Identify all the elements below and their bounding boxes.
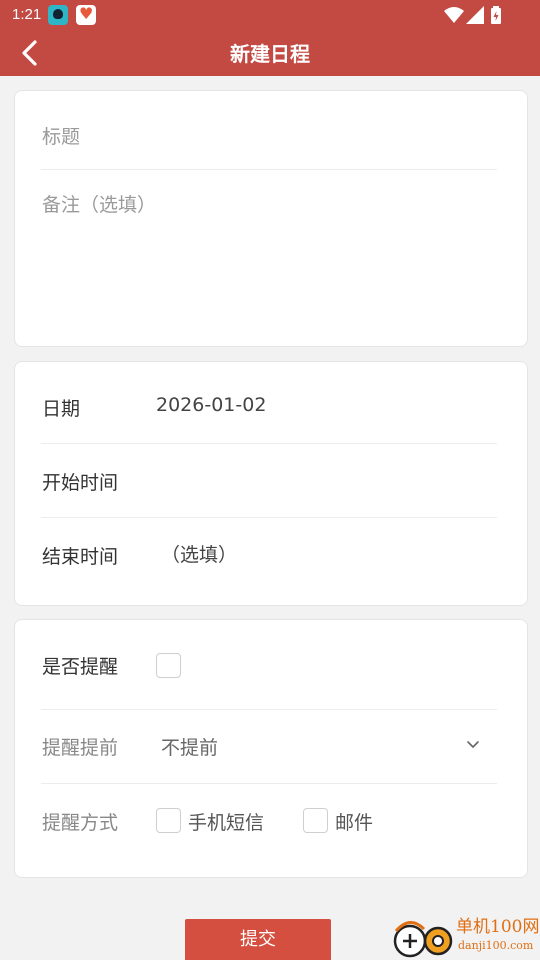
start-time-label: 开始时间 [42, 472, 119, 494]
title-input[interactable]: 标题 [42, 122, 80, 149]
health-app-notification-icon [76, 4, 96, 25]
status-bar: 1:21 [0, 0, 540, 30]
chevron-down-icon[interactable] [465, 737, 481, 753]
reminder-enable-checkbox[interactable] [156, 653, 181, 678]
date-label: 日期 [42, 398, 81, 420]
watermark-logo-icon [393, 921, 453, 958]
basic-info-card: 标题 备注（选填） [14, 90, 528, 347]
start-time-field[interactable] [156, 468, 486, 494]
reminder-advance-select[interactable]: 不提前 [161, 733, 218, 760]
status-time: 1:21 [12, 6, 42, 23]
wifi-icon [444, 7, 464, 23]
email-option-label[interactable]: 邮件 [335, 808, 373, 835]
watermark-url: danji100.com [458, 939, 534, 952]
end-time-field[interactable]: （选填） [161, 540, 237, 567]
divider [41, 169, 497, 170]
signal-icon [466, 6, 484, 24]
app-notification-icon [48, 5, 68, 25]
reminder-advance-label: 提醒提前 [42, 737, 119, 759]
reminder-enable-label: 是否提醒 [42, 656, 119, 678]
battery-icon [491, 6, 501, 24]
sms-option-label[interactable]: 手机短信 [188, 808, 264, 835]
submit-button[interactable]: 提交 [185, 919, 331, 960]
date-field[interactable]: 2026-01-02 [156, 394, 266, 416]
divider [41, 443, 497, 444]
email-checkbox[interactable] [303, 808, 328, 833]
note-input[interactable]: 备注（选填） [42, 190, 156, 217]
divider [41, 517, 497, 518]
reminder-method-label: 提醒方式 [42, 812, 119, 834]
divider [41, 783, 497, 784]
watermark-name: 单机100网 [456, 917, 540, 937]
divider [41, 709, 497, 710]
watermark: 单机100网 danji100.com [388, 914, 540, 960]
reminder-card: 是否提醒 提醒提前 不提前 提醒方式 手机短信 邮件 [14, 619, 528, 878]
end-time-label: 结束时间 [42, 546, 119, 568]
sms-checkbox[interactable] [156, 808, 181, 833]
page-title: 新建日程 [230, 42, 310, 66]
app-bar: 新建日程 [0, 30, 540, 76]
schedule-time-card: 日期 2026-01-02 开始时间 结束时间 （选填） [14, 361, 528, 606]
